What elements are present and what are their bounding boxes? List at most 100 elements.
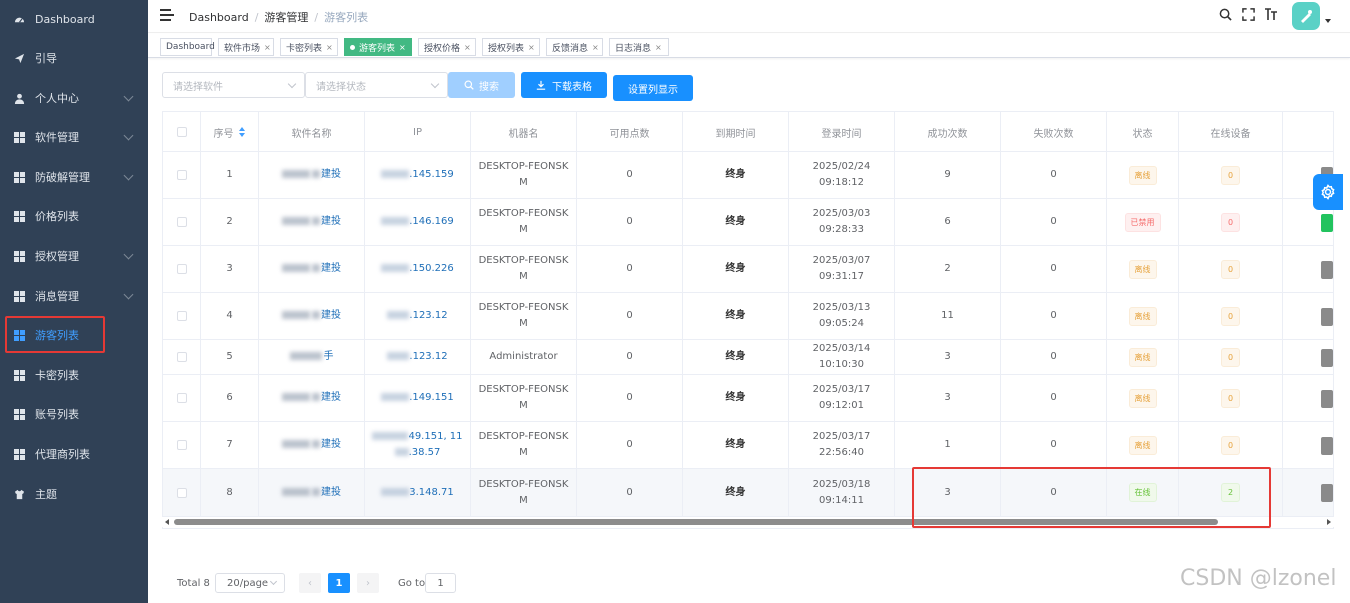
- sidebar-item-4[interactable]: 防破解管理: [0, 162, 148, 192]
- select-all-checkbox[interactable]: [176, 127, 187, 137]
- table-row[interactable]: 2 建投 .146.169 DESKTOP-FEONSKM 0 终身 2025/03/03 …: [163, 199, 1333, 246]
- avatar[interactable]: [1292, 2, 1320, 30]
- success-count: 6: [944, 216, 951, 227]
- column-header[interactable]: 序号: [201, 112, 259, 152]
- row-checkbox[interactable]: [176, 170, 187, 180]
- sidebar-item-10[interactable]: 账号列表: [0, 399, 148, 429]
- software-name[interactable]: 建投: [282, 485, 341, 501]
- row-action-button[interactable]: [1321, 261, 1333, 279]
- table-row[interactable]: 7 建投 49.151, 11 .38.57 DESKTOP-FEONSKM 0 终身 202…: [163, 422, 1333, 469]
- row-checkbox[interactable]: [176, 352, 187, 362]
- software-name[interactable]: 建投: [282, 308, 341, 324]
- sidebar-item-9[interactable]: 卡密列表: [0, 360, 148, 390]
- row-action-button[interactable]: [1321, 308, 1333, 326]
- tag-2[interactable]: 卡密列表 ×: [280, 38, 338, 56]
- sidebar-item-11[interactable]: 代理商列表: [0, 439, 148, 469]
- ip-address[interactable]: .123.12: [387, 308, 448, 324]
- table-row[interactable]: 4 建投 .123.12 DESKTOP-FEONSKM 0 终身 2025/03/13 0…: [163, 293, 1333, 340]
- font-size-icon[interactable]: [1264, 6, 1278, 25]
- software-name[interactable]: 建投: [282, 261, 341, 277]
- column-settings-button[interactable]: 设置列显示: [613, 75, 693, 101]
- search-button[interactable]: 搜索: [448, 72, 515, 98]
- sidebar-item-0[interactable]: Dashboard: [0, 4, 148, 34]
- sidebar-item-1[interactable]: 引导: [0, 43, 148, 73]
- row-checkbox[interactable]: [176, 264, 187, 274]
- sidebar-item-5[interactable]: 价格列表: [0, 201, 148, 231]
- prev-page-button[interactable]: ‹: [299, 573, 321, 593]
- tag-0[interactable]: Dashboard: [160, 38, 215, 56]
- close-icon[interactable]: ×: [326, 43, 333, 52]
- software-name[interactable]: 建投: [282, 390, 341, 406]
- row-action-button[interactable]: [1321, 437, 1333, 455]
- row-checkbox-cell: [163, 293, 201, 339]
- search-icon[interactable]: [1219, 8, 1232, 25]
- breadcrumb-item[interactable]: Dashboard: [189, 11, 249, 24]
- download-button[interactable]: 下载表格: [521, 72, 607, 98]
- cell-no-value: 4: [226, 310, 233, 321]
- close-icon[interactable]: ×: [464, 43, 471, 52]
- ip-address[interactable]: 3.148.71: [381, 485, 454, 501]
- software-select[interactable]: 请选择软件: [162, 72, 305, 98]
- table-row[interactable]: 1 建投 .145.159 DESKTOP-FEONSKM 0 终身 2025/02/24 …: [163, 152, 1333, 199]
- ip-address[interactable]: .146.169: [381, 214, 454, 230]
- sidebar-item-6[interactable]: 授权管理: [0, 241, 148, 271]
- cell-login: 2025/03/17 22:56:40: [789, 422, 895, 468]
- sidebar-item-3[interactable]: 软件管理: [0, 122, 148, 152]
- row-action-button[interactable]: [1321, 484, 1333, 502]
- sidebar-item-12[interactable]: 主题: [0, 479, 148, 509]
- ip-address[interactable]: .123.12: [387, 349, 448, 365]
- close-icon[interactable]: ×: [592, 43, 599, 52]
- software-name[interactable]: 手: [289, 349, 334, 365]
- redacted-text: [282, 170, 310, 178]
- ip-address[interactable]: .150.226: [381, 261, 454, 277]
- tag-7[interactable]: 日志消息 ×: [609, 38, 669, 56]
- tag-4[interactable]: 授权价格 ×: [418, 38, 476, 56]
- tag-3[interactable]: 游客列表 ×: [344, 38, 412, 56]
- row-checkbox[interactable]: [176, 487, 187, 498]
- row-action-button[interactable]: [1321, 390, 1333, 408]
- tag-1[interactable]: 软件市场 ×: [218, 38, 274, 56]
- close-icon[interactable]: ×: [264, 43, 271, 52]
- online-badge: 0: [1220, 388, 1241, 408]
- software-name[interactable]: 建投: [282, 214, 341, 230]
- tag-6[interactable]: 反馈消息 ×: [546, 38, 603, 56]
- table-row[interactable]: 5 手 .123.12 Administrator 0 终身 2025/03/14 10:1…: [163, 340, 1333, 375]
- row-action-button[interactable]: [1321, 214, 1333, 232]
- page-size-select[interactable]: 20/page: [215, 573, 285, 593]
- next-page-button[interactable]: ›: [357, 573, 379, 593]
- search-icon: [464, 80, 474, 90]
- caret-down-icon[interactable]: [1325, 19, 1331, 23]
- fail-count: 0: [1050, 351, 1057, 362]
- scroll-right-arrow-icon[interactable]: [1327, 519, 1331, 525]
- table-row[interactable]: 6 建投 .149.151 DESKTOP-FEONSKM 0 终身 2025/03/17 …: [163, 375, 1333, 422]
- ip-address[interactable]: .145.159: [381, 167, 454, 183]
- row-checkbox[interactable]: [176, 393, 187, 403]
- software-name[interactable]: 建投: [282, 167, 341, 183]
- close-icon[interactable]: ×: [528, 43, 535, 52]
- row-action-button[interactable]: [1321, 349, 1333, 367]
- scroll-left-arrow-icon[interactable]: [165, 519, 169, 525]
- status-select[interactable]: 请选择状态: [305, 72, 448, 98]
- sidebar-item-2[interactable]: 个人中心: [0, 83, 148, 113]
- chevron-down-icon: [269, 577, 278, 586]
- ip-address[interactable]: .149.151: [381, 390, 454, 406]
- cell-success: 2: [895, 246, 1001, 292]
- cell-software: 建投: [259, 469, 365, 516]
- close-icon[interactable]: ×: [655, 43, 662, 52]
- hamburger-icon[interactable]: [160, 9, 174, 21]
- tag-5[interactable]: 授权列表 ×: [482, 38, 540, 56]
- row-checkbox[interactable]: [176, 311, 187, 321]
- ip-address[interactable]: 49.151, 11 .38.57: [372, 429, 463, 461]
- fullscreen-icon[interactable]: [1242, 8, 1255, 25]
- sidebar-item-7[interactable]: 消息管理: [0, 281, 148, 311]
- sort-icon[interactable]: [238, 127, 246, 137]
- cell-software: 建投: [259, 375, 365, 421]
- goto-input[interactable]: 1: [425, 573, 456, 593]
- row-checkbox[interactable]: [176, 217, 187, 227]
- table-row[interactable]: 3 建投 .150.226 DESKTOP-FEONSKM 0 终身 2025/03/07 …: [163, 246, 1333, 293]
- software-name[interactable]: 建投: [282, 437, 341, 453]
- settings-gear-icon[interactable]: [1313, 174, 1343, 210]
- row-checkbox[interactable]: [176, 440, 187, 450]
- close-icon[interactable]: ×: [399, 43, 406, 52]
- page-number[interactable]: 1: [328, 573, 350, 593]
